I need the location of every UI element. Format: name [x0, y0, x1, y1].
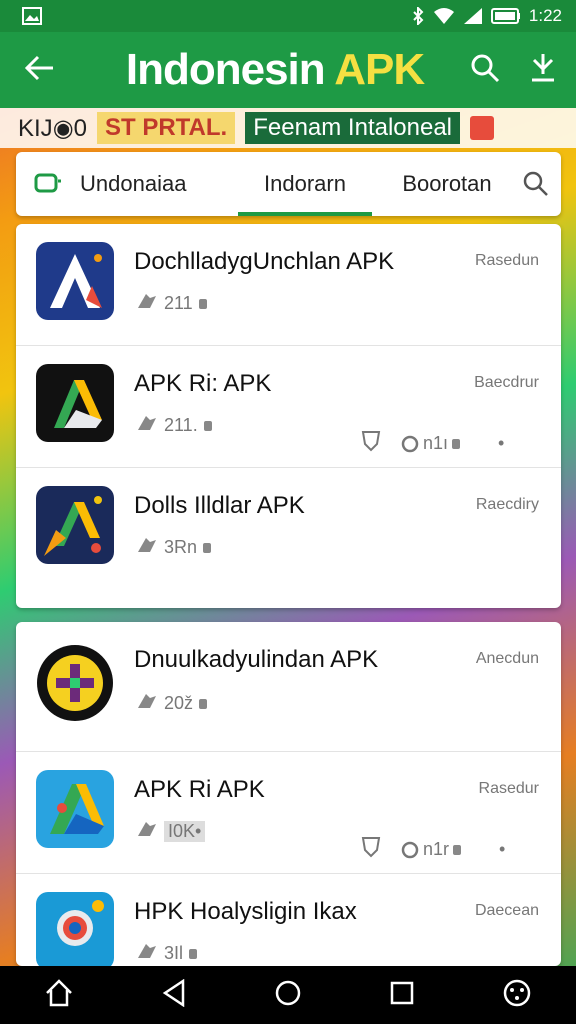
download-count: n1ı	[401, 433, 461, 454]
app-name: Dnuulkadyulindan APK	[134, 646, 379, 673]
bluetooth-icon	[411, 7, 425, 25]
app-name: APK Ri APK	[134, 776, 265, 803]
tab-boorotan[interactable]: Boorotan	[382, 152, 512, 216]
app-extra: n1ı •	[361, 430, 504, 457]
app-name: DochlladyɡUnchlan APK	[134, 248, 395, 275]
app-category: Rasedun	[474, 252, 539, 269]
badge-icon	[199, 698, 208, 709]
app-category: Raecdiry	[475, 496, 539, 513]
app-name: APK Ri: APK	[134, 370, 272, 397]
recents-icon[interactable]	[389, 980, 415, 1011]
clock: 1:22	[528, 6, 562, 25]
home-icon[interactable]	[44, 978, 74, 1013]
rating-icon	[136, 414, 158, 437]
more-dot-icon[interactable]: •	[499, 839, 505, 860]
banner-text-2: ST PRTAL.	[97, 112, 236, 144]
status-bar: 1:22	[0, 0, 576, 32]
app-row[interactable]: DochlladyɡUnchlan APK Rasedun 211	[16, 224, 561, 346]
rating-icon	[136, 820, 158, 843]
chat-icon	[16, 173, 80, 195]
more-dot-icon[interactable]: •	[498, 433, 504, 454]
badge-icon	[189, 948, 198, 959]
app-icon-plus	[36, 644, 114, 722]
app-name: HPK Hoalysligin Ikax	[134, 898, 357, 925]
banner-text-3: Feenam Intaloneal	[245, 112, 461, 144]
app-row[interactable]: APK Ri: APK Baecdrur 211. n1ı •	[16, 346, 561, 468]
download-count: n1r	[401, 839, 462, 860]
tab-undonaiaa[interactable]: Undonaiaa	[80, 152, 228, 216]
app-category: Rasedur	[478, 780, 539, 797]
battery-icon	[490, 8, 521, 24]
search-button[interactable]	[470, 53, 500, 88]
title-accent: APK	[334, 45, 425, 94]
app-meta: I0K•	[136, 820, 206, 843]
rating-icon	[136, 292, 158, 315]
app-meta: 3Il	[136, 942, 198, 965]
app-row[interactable]: Dolls Illdlar APK Raecdiry 3Rn	[16, 468, 561, 590]
rating-icon	[136, 536, 158, 559]
shield-icon	[361, 430, 381, 457]
gift-icon	[470, 116, 495, 140]
app-row[interactable]: Dnuulkadyulindan APK Anecdun 20ž	[16, 622, 561, 752]
app-meta: 20ž	[136, 692, 208, 715]
app-icon-colorful	[36, 486, 114, 564]
app-icon-a-blue	[36, 242, 114, 320]
app-meta: 211.	[136, 414, 212, 437]
promo-banner[interactable]: KIJ◉0 ST PRTAL. Feenam Intaloneal	[0, 108, 576, 148]
gallery-icon	[22, 7, 42, 25]
download-button[interactable]	[528, 52, 558, 89]
circle-home-icon[interactable]	[274, 979, 302, 1012]
assistant-icon[interactable]	[502, 978, 532, 1013]
tab-bar: Undonaiaa Indorarn Boorotan	[16, 152, 561, 216]
wifi-icon	[433, 7, 455, 25]
download-icon	[532, 53, 554, 81]
app-meta: 3Rn	[136, 536, 212, 559]
shield-icon	[361, 836, 381, 863]
nav-bar	[0, 966, 576, 1024]
back-button[interactable]	[0, 55, 80, 86]
app-row[interactable]: HPK Hoalysligin Ikax Daecean 3Il	[16, 874, 561, 966]
banner-text-1: KIJ◉0	[18, 114, 87, 142]
app-icon-location	[36, 892, 114, 966]
app-name: Dolls Illdlar APK	[134, 492, 305, 519]
app-row[interactable]: APK Ri APK Rasedur I0K• n1r •	[16, 752, 561, 874]
back-arrow-icon	[24, 55, 55, 85]
app-meta: 211	[136, 292, 207, 315]
app-bar: Indonesin APK	[0, 32, 576, 108]
badge-icon	[203, 542, 212, 553]
app-icon-maps	[36, 770, 114, 848]
tab-indorarn[interactable]: Indorarn	[238, 152, 372, 216]
app-extra: n1r •	[361, 836, 505, 863]
search-icon	[471, 54, 500, 82]
app-category: Baecdrur	[474, 374, 539, 391]
rating-icon	[136, 692, 158, 715]
app-list-card: Dnuulkadyulindan APK Anecdun 20ž APK Ri …	[16, 622, 561, 966]
signal-icon	[463, 7, 483, 25]
app-title: Indonesin APK	[80, 45, 470, 95]
badge-icon	[203, 420, 212, 431]
back-icon[interactable]	[161, 978, 187, 1012]
search-icon	[523, 171, 548, 196]
title-main: Indonesin	[125, 45, 326, 94]
app-category: Daecean	[474, 902, 539, 919]
rating-icon	[136, 942, 158, 965]
app-category: Anecdun	[475, 650, 539, 667]
badge-icon	[198, 298, 207, 309]
app-list-card: DochlladyɡUnchlan APK Rasedun 211 APK Ri…	[16, 224, 561, 608]
app-icon-drive	[36, 364, 114, 442]
tab-search-button[interactable]	[512, 171, 560, 197]
